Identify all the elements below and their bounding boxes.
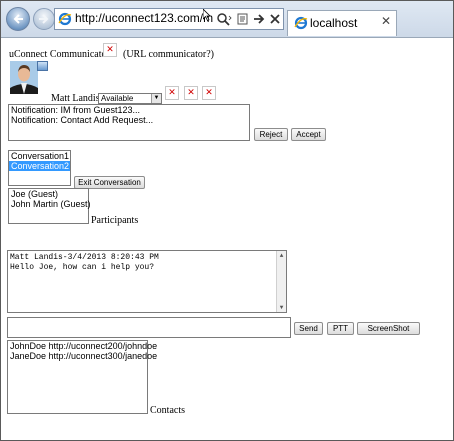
scroll-up-icon[interactable]: ▲	[277, 251, 286, 260]
arrow-left-icon	[13, 14, 23, 24]
participants-list[interactable]: Joe (Guest) John Martin (Guest)	[8, 188, 91, 224]
message-input[interactable]	[7, 317, 291, 338]
participants-label: Participants	[91, 215, 139, 226]
list-item[interactable]: Conversation1	[9, 151, 70, 161]
notifications-list[interactable]: Notification: IM from Guest123... Notifi…	[8, 104, 250, 141]
reject-button[interactable]: Reject	[254, 128, 288, 141]
arrow-right-icon	[39, 14, 49, 24]
forward-button[interactable]	[33, 8, 55, 30]
chat-line: Matt Landis-3/4/2013 8:20:43 PM	[10, 253, 159, 262]
mouse-cursor-icon	[203, 9, 211, 21]
user-name: Matt Landis	[51, 93, 100, 104]
list-item[interactable]: Notification: Contact Add Request...	[9, 115, 249, 125]
broken-image-icon[interactable]: ✕	[202, 86, 216, 100]
broken-image-icon[interactable]: ✕	[165, 86, 179, 100]
ie-logo-icon	[58, 12, 72, 26]
user-photo-icon	[10, 61, 38, 94]
stop-icon[interactable]	[268, 12, 282, 26]
contacts-list[interactable]: JohnDoe http://uconnect200/johndoe JaneD…	[7, 340, 157, 414]
list-item[interactable]: JaneDoe http://uconnect300/janedoe	[8, 351, 157, 361]
address-url: http://uconnect123.com/mattlandis	[75, 11, 213, 25]
go-arrow-icon[interactable]	[252, 12, 266, 26]
list-item-selected[interactable]: Conversation2	[9, 161, 70, 171]
screenshot-button[interactable]: ScreenShot	[357, 322, 420, 335]
chat-line: Hello Joe, how can i help you?	[10, 263, 155, 272]
search-icon[interactable]	[216, 12, 232, 26]
back-button[interactable]	[6, 7, 30, 31]
url-communicator-label: (URL communicator?)	[123, 49, 214, 60]
browser-tab[interactable]: localhost ✕	[287, 10, 397, 36]
chevron-down-icon: ▼	[151, 94, 161, 103]
conversations-list[interactable]: Conversation1 Conversation2	[8, 150, 71, 186]
status-select[interactable]: Available ▼	[98, 93, 162, 104]
list-item[interactable]: Notification: IM from Guest123...	[9, 105, 249, 115]
browser-window: http://uconnect123.com/mattlandis	[0, 0, 454, 441]
list-item[interactable]: JohnDoe http://uconnect200/johndoe	[8, 341, 157, 351]
list-item[interactable]: Joe (Guest)	[9, 189, 88, 199]
scroll-down-icon[interactable]: ▼	[277, 303, 286, 312]
compatibility-view-icon[interactable]	[236, 12, 250, 26]
avatar	[10, 61, 38, 94]
send-button[interactable]: Send	[294, 322, 323, 335]
app-title: uConnect Communicator	[9, 49, 110, 60]
broken-image-icon[interactable]: ✕	[184, 86, 198, 100]
presence-badge-icon	[37, 61, 48, 71]
broken-image-icon: ✕	[103, 43, 117, 57]
ptt-button[interactable]: PTT	[327, 322, 354, 335]
tab-title: localhost	[310, 16, 358, 30]
contacts-label: Contacts	[150, 405, 185, 416]
scrollbar[interactable]: ▲ ▼	[276, 251, 286, 312]
address-bar[interactable]: http://uconnect123.com/mattlandis	[54, 8, 284, 30]
browser-toolbar: http://uconnect123.com/mattlandis	[1, 1, 453, 38]
status-value: Available	[101, 94, 134, 103]
ie-logo-icon	[294, 16, 308, 30]
accept-button[interactable]: Accept	[291, 128, 326, 141]
tab-close-icon[interactable]: ✕	[381, 14, 391, 28]
chat-transcript[interactable]: Matt Landis-3/4/2013 8:20:43 PM Hello Jo…	[7, 250, 287, 313]
list-item[interactable]: John Martin (Guest)	[9, 199, 91, 209]
